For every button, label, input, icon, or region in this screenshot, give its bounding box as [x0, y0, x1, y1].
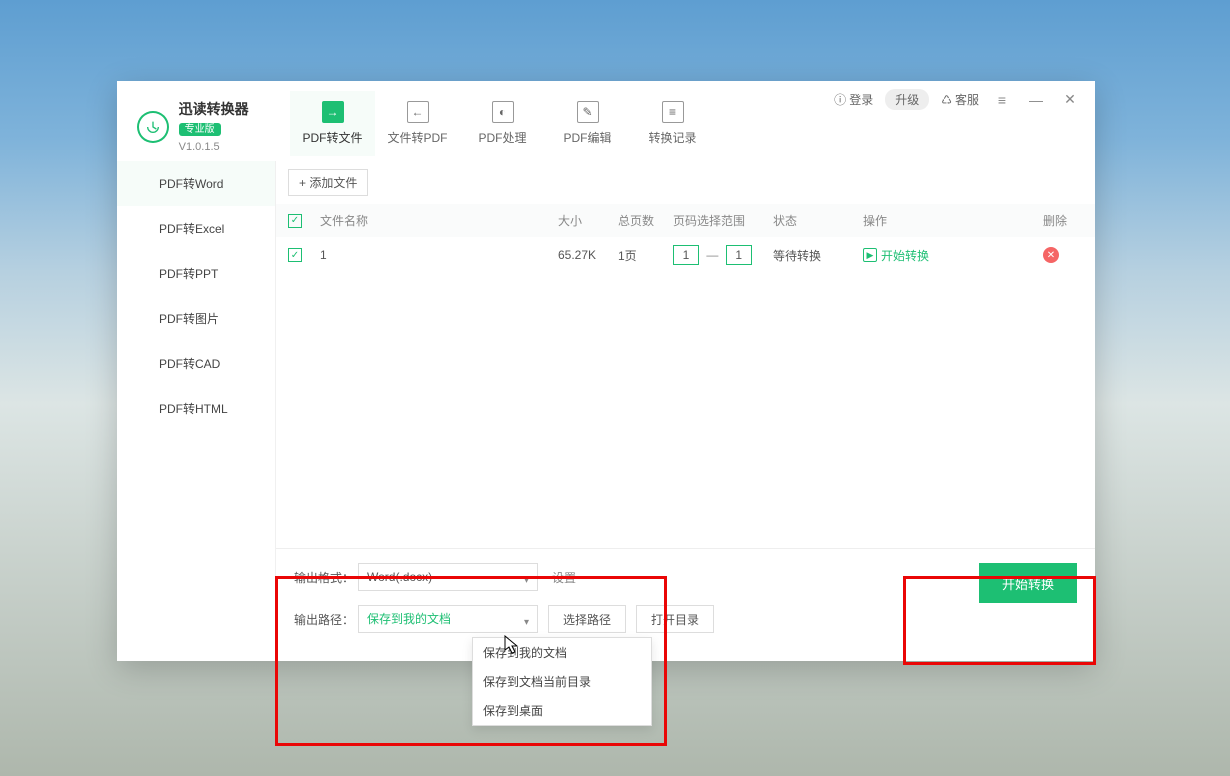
play-icon: ▶: [863, 248, 877, 262]
tab-pdf-edit[interactable]: ✎ PDF编辑: [545, 91, 630, 156]
titlebar-right: ⓘ 登录 升级 ♺ 客服 ≡ — ✕: [834, 81, 1095, 110]
process-icon: ◐: [492, 101, 514, 123]
tab-pdf-to-file[interactable]: → PDF转文件: [290, 91, 375, 156]
body: PDF转Word PDF转Excel PDF转PPT PDF转图片 PDF转CA…: [117, 161, 1095, 661]
row-start-button[interactable]: ▶ 开始转换: [863, 247, 1043, 264]
table-row: ✓ 1 65.27K 1页 1 — 1 等待转换 ▶ 开始转换 ✕: [276, 237, 1095, 273]
tab-pdf-process[interactable]: ◐ PDF处理: [460, 91, 545, 156]
close-icon[interactable]: ✕: [1059, 91, 1081, 108]
cell-size: 65.27K: [558, 248, 618, 262]
path-option-desktop[interactable]: 保存到桌面: [473, 696, 651, 725]
col-action: 操作: [863, 212, 1043, 229]
range-sep: —: [706, 248, 718, 262]
col-range: 页码选择范围: [673, 212, 773, 229]
open-dir-button[interactable]: 打开目录: [636, 605, 714, 633]
col-status: 状态: [773, 212, 863, 229]
user-icon: ⓘ: [834, 91, 846, 108]
col-delete: 删除: [1043, 212, 1083, 229]
app-logo: [137, 111, 169, 143]
start-convert-button[interactable]: 开始转换: [979, 563, 1077, 603]
tab-file-to-pdf[interactable]: ← 文件转PDF: [375, 91, 460, 156]
sidebar: PDF转Word PDF转Excel PDF转PPT PDF转图片 PDF转CA…: [117, 161, 276, 661]
sidebar-item-pdf-image[interactable]: PDF转图片: [117, 296, 275, 341]
row-delete-button[interactable]: ✕: [1043, 247, 1059, 263]
footer: 输出格式： Word(.docx) ▾ 设置 输出路径： 保存到我的文档 ▾: [276, 548, 1095, 661]
file-import-icon: ←: [407, 101, 429, 123]
sidebar-item-pdf-word[interactable]: PDF转Word: [117, 161, 275, 206]
sidebar-item-pdf-ppt[interactable]: PDF转PPT: [117, 251, 275, 296]
page-from-input[interactable]: 1: [673, 245, 699, 265]
choose-path-button[interactable]: 选择路径: [548, 605, 626, 633]
tab-label: PDF处理: [460, 129, 545, 146]
upgrade-button[interactable]: 升级: [885, 89, 929, 110]
sidebar-item-pdf-excel[interactable]: PDF转Excel: [117, 206, 275, 251]
brand: 迅读转换器 专业版 V1.0.1.5: [117, 81, 290, 155]
add-file-button[interactable]: + 添加文件: [288, 169, 368, 196]
support-button[interactable]: ♺ 客服: [941, 91, 979, 108]
table-header: ✓ 文件名称 大小 总页数 页码选择范围 状态 操作 删除: [276, 204, 1095, 237]
tab-label: 转换记录: [630, 129, 715, 146]
tab-label: 文件转PDF: [375, 129, 460, 146]
path-option-currentdir[interactable]: 保存到文档当前目录: [473, 667, 651, 696]
app-name: 迅读转换器: [179, 99, 270, 119]
tab-history[interactable]: ≡ 转换记录: [630, 91, 715, 156]
col-pages: 总页数: [618, 212, 673, 229]
row-checkbox[interactable]: ✓: [288, 248, 302, 262]
app-window: 迅读转换器 专业版 V1.0.1.5 → PDF转文件 ← 文件转PDF ◐ P…: [117, 81, 1095, 661]
sidebar-item-pdf-html[interactable]: PDF转HTML: [117, 386, 275, 431]
minimize-icon[interactable]: —: [1025, 92, 1047, 108]
history-icon: ≡: [662, 101, 684, 123]
page-to-input[interactable]: 1: [726, 245, 752, 265]
output-path-dropdown: 保存到我的文档 保存到文档当前目录 保存到桌面: [472, 637, 652, 726]
output-path-select[interactable]: 保存到我的文档 ▾: [358, 605, 538, 633]
chevron-down-icon: ▾: [524, 568, 529, 594]
edit-icon: ✎: [577, 101, 599, 123]
menu-icon[interactable]: ≡: [991, 92, 1013, 108]
cell-pages: 1页: [618, 247, 673, 264]
select-all-checkbox[interactable]: ✓: [288, 214, 302, 228]
cell-status: 等待转换: [773, 247, 863, 264]
titlebar: 迅读转换器 专业版 V1.0.1.5 → PDF转文件 ← 文件转PDF ◐ P…: [117, 81, 1095, 161]
path-label: 输出路径：: [294, 611, 358, 628]
headset-icon: ♺: [941, 93, 952, 107]
format-label: 输出格式：: [294, 569, 358, 586]
file-export-icon: →: [322, 101, 344, 123]
cell-range: 1 — 1: [673, 245, 773, 265]
edition-badge: 专业版: [179, 123, 221, 136]
output-format-select[interactable]: Word(.docx) ▾: [358, 563, 538, 591]
path-option-mydocs[interactable]: 保存到我的文档: [473, 638, 651, 667]
settings-link[interactable]: 设置: [552, 569, 576, 586]
col-size: 大小: [558, 212, 618, 229]
col-name: 文件名称: [320, 212, 558, 229]
main: + 添加文件 ✓ 文件名称 大小 总页数 页码选择范围 状态 操作 删除 ✓ 1…: [276, 161, 1095, 661]
chevron-down-icon: ▾: [524, 610, 529, 636]
tab-label: PDF编辑: [545, 129, 630, 146]
cell-name: 1: [320, 248, 558, 262]
version-label: V1.0.1.5: [179, 141, 220, 153]
main-tabs: → PDF转文件 ← 文件转PDF ◐ PDF处理 ✎ PDF编辑 ≡ 转换记录: [290, 81, 715, 156]
login-button[interactable]: ⓘ 登录: [834, 91, 873, 108]
tab-label: PDF转文件: [290, 129, 375, 146]
sidebar-item-pdf-cad[interactable]: PDF转CAD: [117, 341, 275, 386]
